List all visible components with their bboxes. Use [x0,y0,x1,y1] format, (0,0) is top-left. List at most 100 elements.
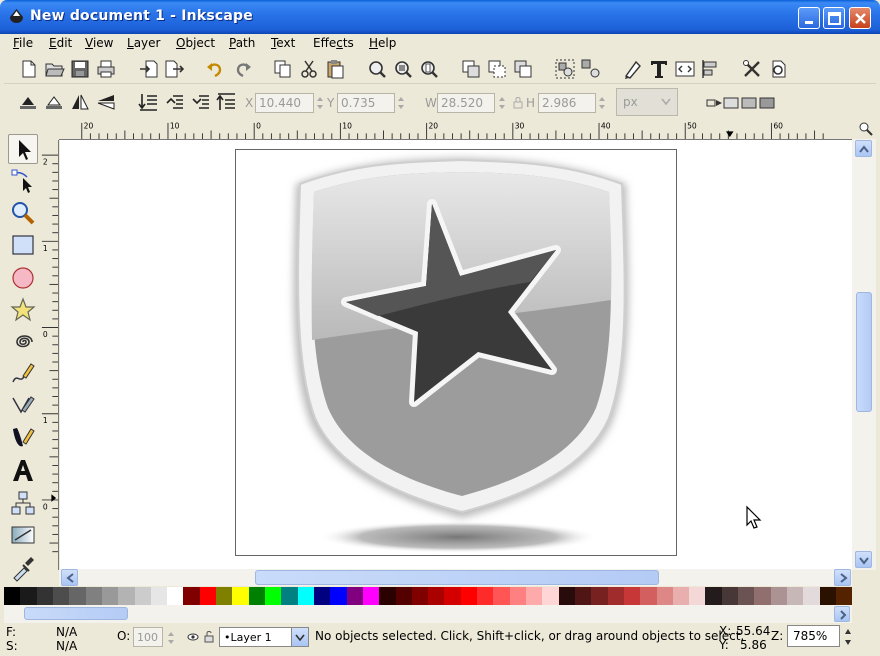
redo-button[interactable] [232,58,254,80]
palette-swatch[interactable] [36,587,53,605]
palette-swatch[interactable] [477,587,494,605]
text-font-button[interactable] [648,58,670,80]
horizontal-ruler[interactable]: 20 10 0 10 20 30 40 50 60 [59,121,852,140]
scroll-left-button[interactable] [61,569,78,586]
new-document-button[interactable] [18,58,40,80]
palette-swatch[interactable] [444,587,461,605]
menu-text[interactable]: Text [271,36,295,50]
palette-swatch[interactable] [183,587,200,605]
palette-swatch[interactable] [199,587,217,605]
palette-swatch[interactable] [232,587,249,605]
dropper-tool[interactable] [8,553,38,583]
star-tool[interactable] [8,295,38,325]
drawing-canvas[interactable] [60,140,852,569]
ungroup-button[interactable] [580,58,602,80]
lock-icon[interactable] [204,630,214,643]
vertical-scroll-thumb[interactable] [856,292,872,412]
palette-swatch[interactable] [672,587,690,605]
palette-swatch[interactable] [738,587,755,605]
shield-star-drawing[interactable] [60,140,852,569]
vertical-scrollbar[interactable] [852,139,876,570]
y-spinner-arrows-icon[interactable] [396,93,406,113]
palette-swatch[interactable] [591,587,608,605]
clone-button[interactable] [486,58,508,80]
palette-scroll-right-button[interactable] [834,606,850,622]
opacity-input[interactable]: 100 [133,627,163,647]
fill-stroke-button[interactable] [622,58,644,80]
flip-horizontal-button[interactable] [69,91,91,113]
palette-swatch[interactable] [509,587,526,605]
palette-swatch[interactable] [134,587,151,605]
flip-vertical-button[interactable] [95,91,117,113]
palette-swatch[interactable] [69,587,86,605]
zoom-page-button[interactable] [418,58,440,80]
palette-scrollbar[interactable] [4,605,852,623]
palette-swatch[interactable] [265,587,282,605]
pen-tool[interactable] [8,391,38,421]
palette-swatch[interactable] [379,587,396,605]
palette-swatch[interactable] [460,587,478,605]
palette-swatch[interactable] [705,587,722,605]
paste-button[interactable] [324,58,346,80]
palette-swatch[interactable] [835,587,853,605]
palette-swatch[interactable] [150,587,168,605]
palette-swatch[interactable] [493,587,510,605]
width-input[interactable]: 28.520 [437,93,495,113]
fill-value[interactable]: N/A [56,625,77,639]
spiral-tool[interactable] [8,327,38,357]
zoom-drawing-button[interactable] [392,58,414,80]
lower-button[interactable] [189,91,211,113]
palette-swatch[interactable] [297,587,314,605]
palette-swatch[interactable] [787,587,804,605]
save-button[interactable] [69,58,91,80]
ellipse-tool[interactable] [8,263,38,293]
transform-pattern-button[interactable] [757,92,779,114]
palette-swatch[interactable] [803,587,820,605]
palette-swatch[interactable] [607,587,624,605]
minimize-button[interactable] [798,7,820,29]
palette-swatch[interactable] [167,587,184,605]
x-input[interactable]: 10.440 [255,93,314,113]
unit-select[interactable]: px [616,88,678,116]
horizontal-scrollbar[interactable] [59,569,852,586]
zoom-selection-button[interactable] [366,58,388,80]
palette-swatch[interactable] [428,587,445,605]
align-distribute-button[interactable] [700,58,722,80]
height-input[interactable]: 2.986 [538,93,596,113]
menu-help[interactable]: Help [369,36,396,50]
maximize-button[interactable] [823,7,845,29]
menu-object[interactable]: Object [176,36,215,50]
text-tool[interactable] [8,456,38,486]
palette-swatch[interactable] [542,587,559,605]
zoom-tool[interactable] [8,198,38,228]
palette-swatch[interactable] [330,587,347,605]
palette-swatch[interactable] [313,587,331,605]
lock-icon[interactable] [513,96,523,109]
menu-file[interactable]: File [13,36,33,50]
zoom-spinner-arrows-icon[interactable] [843,626,853,648]
palette-swatch[interactable] [281,587,298,605]
palette-swatch[interactable] [689,587,706,605]
horizontal-scroll-thumb[interactable] [255,570,659,585]
opacity-spinner-arrows-icon[interactable] [166,628,176,648]
palette-swatch[interactable] [20,587,37,605]
rotate-ccw-button[interactable] [17,91,39,113]
layer-dropdown-button[interactable] [291,627,309,647]
document-properties-button[interactable] [767,58,789,80]
menu-effects[interactable]: Effects [313,36,354,50]
undo-button[interactable] [204,58,226,80]
import-button[interactable] [138,58,160,80]
palette-swatch[interactable] [411,587,429,605]
palette-scroll-thumb[interactable] [24,607,128,620]
rectangle-tool[interactable] [8,230,38,260]
palette-swatch[interactable] [770,587,787,605]
open-button[interactable] [44,58,66,80]
connector-tool[interactable] [8,488,38,518]
zoom-corner-icon[interactable] [858,121,874,137]
close-button[interactable] [849,7,871,29]
gradient-tool[interactable] [8,520,38,550]
w-spinner-arrows-icon[interactable] [497,93,507,113]
lower-to-bottom-button[interactable] [137,91,159,113]
xml-editor-button[interactable] [674,58,696,80]
selector-tool[interactable] [8,134,38,164]
